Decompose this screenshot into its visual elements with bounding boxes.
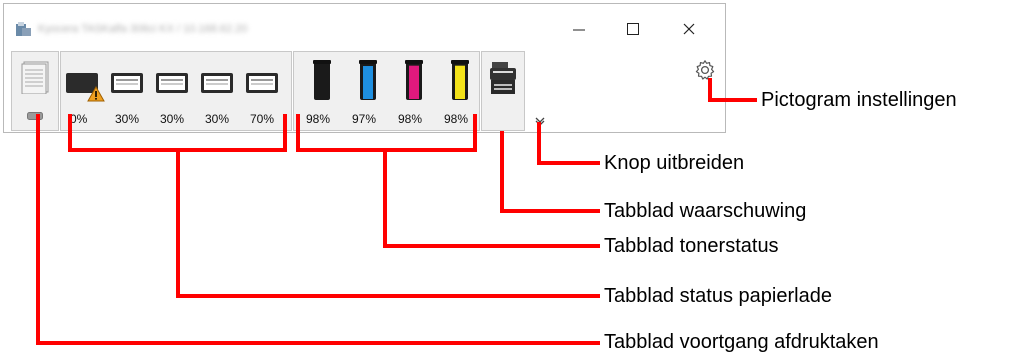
callout-line-toner-bracket — [296, 114, 477, 152]
callout-line-expand — [537, 122, 600, 165]
callout-line-paper-bracket — [68, 114, 287, 152]
callout-line-settings — [708, 78, 757, 102]
callout-toner-tab: Tabblad tonerstatus — [604, 235, 779, 257]
callout-alert-tab: Tabblad waarschuwing — [604, 200, 807, 222]
callout-settings-icon: Pictogram instellingen — [761, 89, 957, 111]
callout-line-paper — [176, 148, 600, 298]
callout-job-tab: Tabblad voortgang afdruktaken — [604, 331, 879, 353]
callout-expand-button: Knop uitbreiden — [604, 152, 745, 174]
callout-line-alert — [500, 131, 600, 213]
callout-lines — [36, 78, 757, 345]
callout-paper-tab: Tabblad status papierlade — [604, 285, 832, 307]
